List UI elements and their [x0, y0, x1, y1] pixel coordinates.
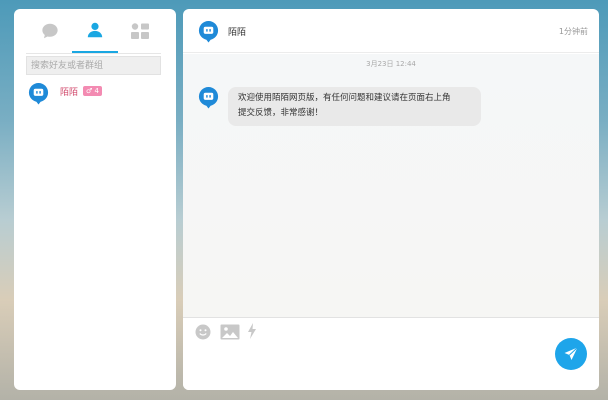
- chat-bubble-icon: [42, 23, 58, 39]
- message-text-line: 提交反馈，非常感谢！: [238, 108, 324, 118]
- image-icon[interactable]: [220, 324, 240, 340]
- send-icon: [564, 347, 578, 360]
- gender-age-badge: ♂ 4: [83, 86, 102, 96]
- search-input[interactable]: [26, 56, 161, 75]
- tabs-divider: [26, 53, 161, 54]
- lightning-icon[interactable]: [247, 323, 257, 339]
- tab-bar: [14, 9, 176, 53]
- emoji-icon[interactable]: [195, 324, 211, 340]
- input-bar[interactable]: [183, 317, 599, 390]
- send-button[interactable]: [555, 338, 587, 370]
- tab-recent-chats[interactable]: [27, 9, 73, 53]
- tab-contacts[interactable]: [72, 9, 118, 53]
- momo-logo-icon: [28, 82, 49, 105]
- chat-header: 陌陌 1分钟前: [183, 9, 599, 53]
- grid-icon: [131, 23, 149, 39]
- date-separator: 3月23日 12:44: [366, 60, 416, 68]
- last-seen-time: 1分钟前: [558, 27, 588, 36]
- momo-logo-icon[interactable]: [197, 20, 220, 43]
- contact-item[interactable]: 陌陌 ♂ 4: [26, 82, 174, 108]
- chat-title: 陌陌: [228, 28, 247, 38]
- chat-panel: 陌陌 1分钟前 3月23日 12:44 欢迎使用陌陌网页版，有任何问题和建议请在…: [183, 9, 599, 390]
- tab-groups[interactable]: [117, 9, 163, 53]
- momo-logo-icon[interactable]: [197, 86, 220, 109]
- person-icon: [87, 22, 103, 38]
- contacts-panel: 陌陌 ♂ 4: [14, 9, 176, 390]
- message-area[interactable]: 3月23日 12:44 欢迎使用陌陌网页版，有任何问题和建议请在页面右上角 提交…: [183, 54, 599, 317]
- contact-name: 陌陌: [60, 88, 79, 98]
- message-bubble: 欢迎使用陌陌网页版，有任何问题和建议请在页面右上角 提交反馈，非常感谢！: [228, 87, 481, 126]
- message-text-line: 欢迎使用陌陌网页版，有任何问题和建议请在页面右上角: [238, 93, 451, 103]
